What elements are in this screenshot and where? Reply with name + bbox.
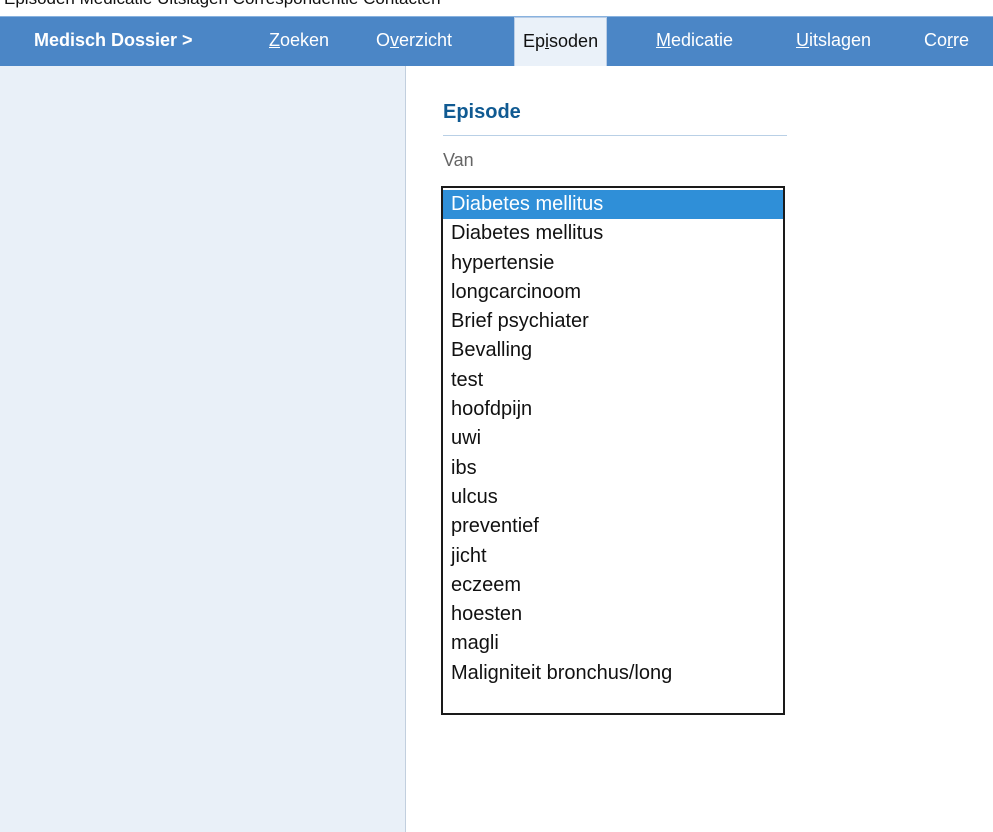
breadcrumb-medisch-dossier[interactable]: Medisch Dossier > (34, 17, 193, 66)
breadcrumb-label: Medisch Dossier > (34, 30, 193, 50)
list-item[interactable]: hoofdpijn (443, 395, 783, 424)
tab-episoden[interactable]: Episoden (514, 17, 608, 66)
top-strip: Episoden Medicatie Uitslagen Corresponde… (0, 0, 993, 16)
navbar: Medisch Dossier > Zoeken Overzicht Episo… (0, 16, 993, 66)
section-divider (443, 135, 787, 136)
van-label: Van (443, 150, 474, 170)
list-item[interactable]: Bevalling (443, 336, 783, 365)
list-item[interactable]: test (443, 366, 783, 395)
list-item[interactable]: longcarcinoom (443, 278, 783, 307)
list-item[interactable]: magli (443, 629, 783, 658)
list-item[interactable]: ibs (443, 454, 783, 483)
episode-section-title: Episode (443, 101, 521, 123)
episode-listbox[interactable]: Diabetes mellitus Diabetes mellitus hypert… (441, 186, 785, 715)
tab-overzicht[interactable]: Overzicht (376, 17, 452, 66)
tab-medicatie[interactable]: Medicatie (656, 17, 733, 66)
tab-zoeken[interactable]: Zoeken (269, 17, 329, 66)
list-item[interactable]: Brief psychiater (443, 307, 783, 336)
sidebar-panel (0, 66, 406, 832)
list-item[interactable]: Diabetes mellitus (443, 190, 783, 220)
list-item[interactable]: hypertensie (443, 249, 783, 278)
list-item[interactable]: hoesten (443, 600, 783, 629)
tab-correspondentie[interactable]: Corre (924, 17, 969, 66)
list-item[interactable]: Diabetes mellitus (443, 219, 783, 248)
tab-uitslagen[interactable]: Uitslagen (796, 17, 871, 66)
list-item[interactable]: preventief (443, 512, 783, 541)
list-item[interactable]: ulcus (443, 483, 783, 512)
top-strip-text: Episoden Medicatie Uitslagen Corresponde… (4, 0, 441, 9)
list-item[interactable]: uwi (443, 424, 783, 453)
list-item[interactable]: eczeem (443, 571, 783, 600)
list-item[interactable]: Maligniteit bronchus/long (443, 659, 783, 688)
list-item[interactable]: jicht (443, 542, 783, 571)
